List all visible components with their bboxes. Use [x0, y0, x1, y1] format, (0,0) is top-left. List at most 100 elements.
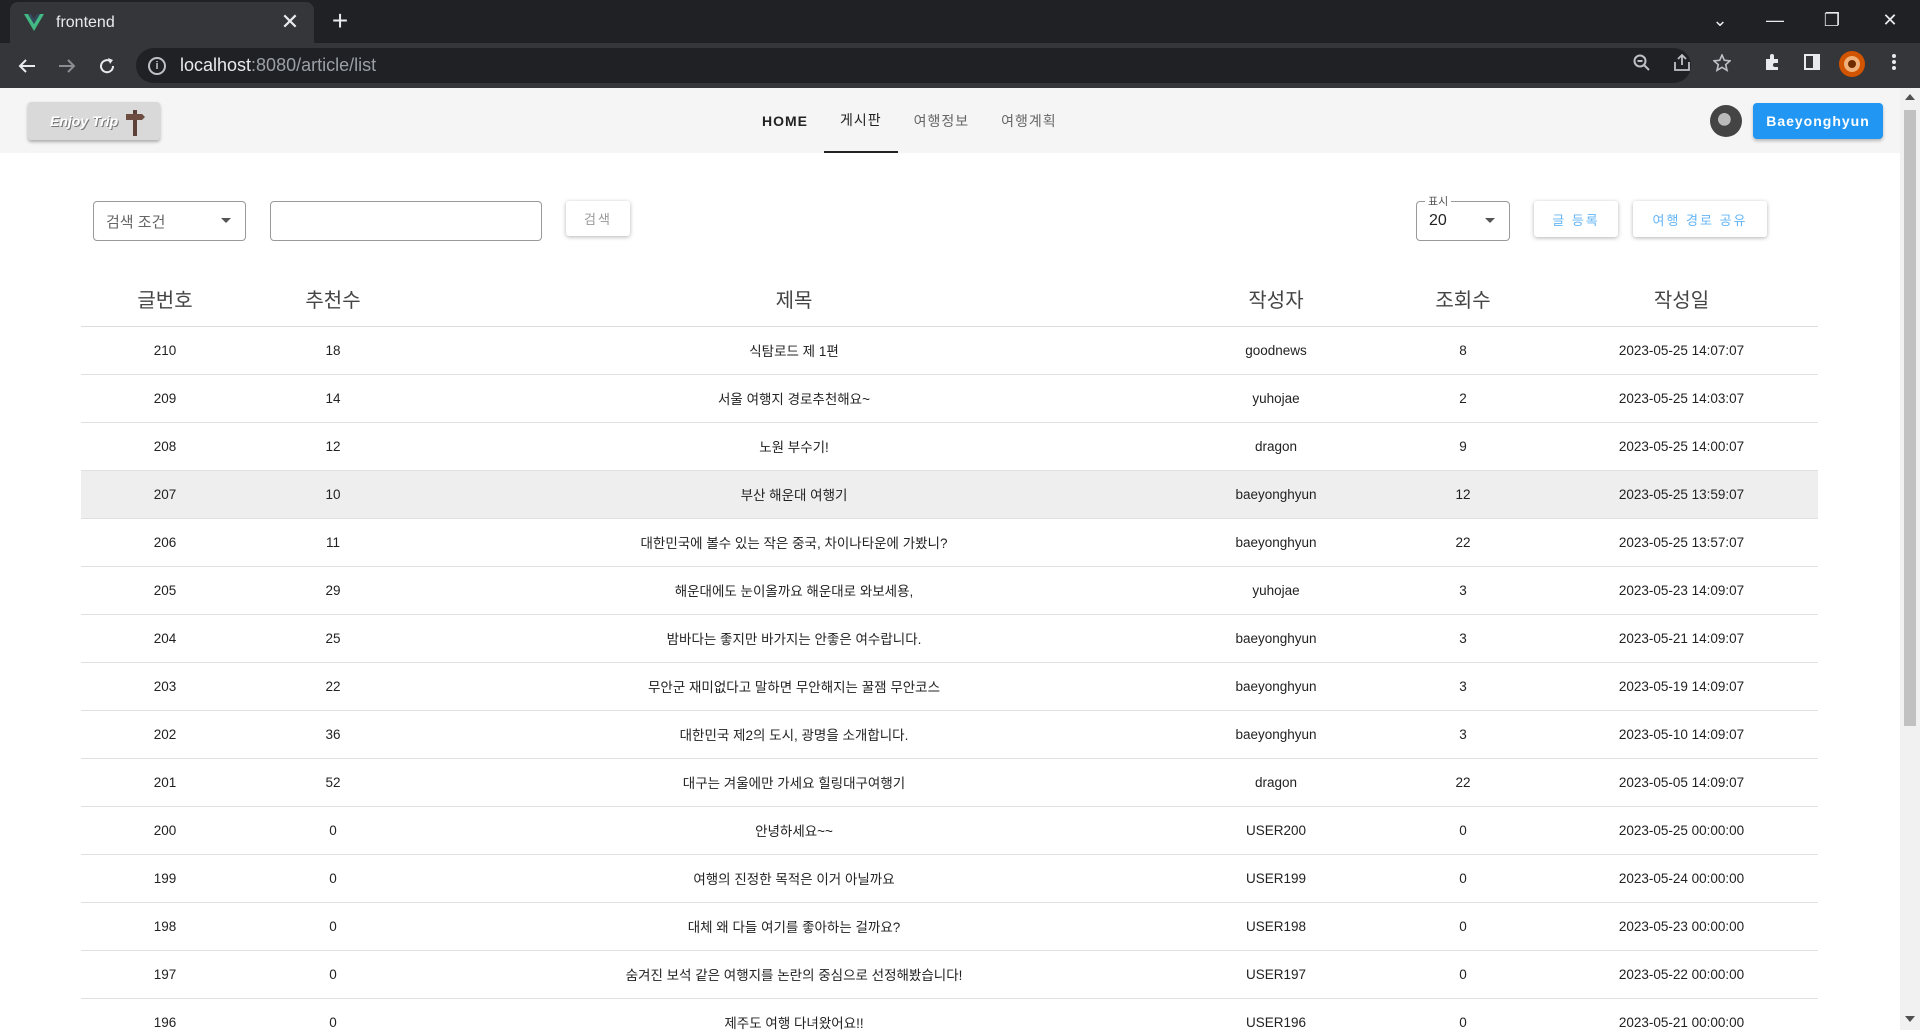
table-row[interactable]: 206 11 대한민국에 볼수 있는 작은 중국, 차이나타운에 가봤니? baeyo… — [81, 518, 1818, 567]
display-count-select[interactable]: 표시 20 — [1416, 193, 1510, 241]
cell-title[interactable]: 대체 왜 다들 여기를 좋아하는 걸까요? — [417, 902, 1171, 951]
cell-title[interactable]: 대한민국에 볼수 있는 작은 중국, 차이나타운에 가봤니? — [417, 518, 1171, 567]
cell-no: 198 — [81, 902, 249, 951]
cell-no: 202 — [81, 710, 249, 759]
nav-home[interactable]: HOME — [746, 88, 824, 153]
table-row[interactable]: 198 0 대체 왜 다들 여기를 좋아하는 걸까요? USER198 0 2023-05… — [81, 902, 1818, 951]
table-row[interactable]: 205 29 해운대에도 눈이올까요 해운대로 와보세용, yuhojae 3 2023-… — [81, 566, 1818, 615]
cell-title[interactable]: 서울 여행지 경로추천해요~ — [417, 374, 1171, 423]
bookmark-star-icon[interactable] — [1710, 52, 1734, 78]
cell-title[interactable]: 부산 해운대 여행기 — [417, 470, 1171, 519]
cell-likes: 29 — [249, 566, 417, 615]
new-tab-button[interactable]: + — [326, 7, 354, 36]
enjoy-trip-logo[interactable]: Enjoy Trip — [28, 102, 160, 140]
table-row[interactable]: 204 25 밤바다는 좋지만 바가지는 안좋은 여수랍니다. baeyonghyun… — [81, 614, 1818, 663]
menu-kebab-icon[interactable] — [1880, 51, 1908, 79]
cell-author: yuhojae — [1171, 566, 1381, 615]
cell-date: 2023-05-25 14:07:07 — [1545, 326, 1818, 375]
cell-author: baeyonghyun — [1171, 710, 1381, 759]
cell-title[interactable]: 식탐로드 제 1편 — [417, 326, 1171, 375]
cell-title[interactable]: 무안군 재미없다고 말하면 무안해지는 꿀잼 무안코스 — [417, 662, 1171, 711]
col-header-views[interactable]: 조회수 — [1381, 272, 1545, 327]
browser-tab[interactable]: frontend ✕ — [10, 2, 314, 43]
nav-board[interactable]: 게시판 — [824, 88, 898, 153]
extensions-icon[interactable] — [1758, 51, 1786, 79]
page-content: Enjoy Trip HOME 게시판 여행정보 여행계획 Baeyonghyu… — [0, 88, 1900, 1030]
cell-author: baeyonghyun — [1171, 614, 1381, 663]
nav-travel-plan[interactable]: 여행계획 — [985, 88, 1073, 153]
display-count-label: 표시 — [1425, 193, 1452, 209]
share-route-button[interactable]: 여행 경로 공유 — [1633, 201, 1767, 237]
cell-title[interactable]: 밤바다는 좋지만 바가지는 안좋은 여수랍니다. — [417, 614, 1171, 663]
window-close-button[interactable]: ✕ — [1870, 0, 1910, 40]
cell-title[interactable]: 노원 부수기! — [417, 422, 1171, 471]
app-header: Enjoy Trip HOME 게시판 여행정보 여행계획 Baeyonghyu… — [0, 88, 1900, 153]
tab-search-icon[interactable]: ⌄ — [1700, 0, 1740, 40]
minimize-button[interactable]: — — [1755, 0, 1795, 40]
cell-likes: 0 — [249, 854, 417, 903]
cell-title[interactable]: 대구는 겨울에만 가세요 힐링대구여행기 — [417, 758, 1171, 807]
forward-icon[interactable] — [52, 51, 82, 81]
table-row[interactable]: 196 0 제주도 여행 다녀왔어요!! USER196 0 2023-05-21 00:… — [81, 998, 1818, 1030]
chevron-down-icon — [221, 218, 231, 223]
search-input[interactable] — [270, 201, 542, 241]
cell-date: 2023-05-24 00:00:00 — [1545, 854, 1818, 903]
cell-author: dragon — [1171, 758, 1381, 807]
close-tab-icon[interactable]: ✕ — [278, 10, 302, 35]
table-row[interactable]: 210 18 식탐로드 제 1편 goodnews 8 2023-05-25 14:07:… — [81, 326, 1818, 375]
back-icon[interactable] — [12, 51, 42, 81]
profile-avatar-icon[interactable] — [1838, 51, 1866, 79]
table-row[interactable]: 202 36 대한민국 제2의 도시, 광명을 소개합니다. baeyonghyun 3… — [81, 710, 1818, 759]
table-row[interactable]: 201 52 대구는 겨울에만 가세요 힐링대구여행기 dragon 22 2023-05… — [81, 758, 1818, 807]
table-row[interactable]: 208 12 노원 부수기! dragon 9 2023-05-25 14:00:07 — [81, 422, 1818, 471]
cell-title[interactable]: 숨겨진 보석 같은 여행지를 논란의 중심으로 선정해봤습니다! — [417, 950, 1171, 999]
zoom-icon[interactable] — [1630, 54, 1654, 78]
cell-views: 22 — [1381, 518, 1545, 567]
share-icon[interactable] — [1670, 53, 1694, 78]
scrollbar-thumb[interactable] — [1904, 110, 1916, 726]
table-row[interactable]: 200 0 안녕하세요~~ USER200 0 2023-05-25 00:00:00 — [81, 806, 1818, 855]
nav-travel-info[interactable]: 여행정보 — [898, 88, 986, 153]
restore-button[interactable]: ❐ — [1812, 0, 1852, 40]
signpost-icon — [124, 106, 146, 136]
cell-likes: 10 — [249, 470, 417, 519]
reload-icon[interactable] — [92, 51, 122, 81]
col-header-no[interactable]: 글번호 — [81, 272, 249, 327]
cell-author: USER198 — [1171, 902, 1381, 951]
search-condition-select[interactable]: 검색 조건 — [93, 201, 246, 241]
cell-title[interactable]: 제주도 여행 다녀왔어요!! — [417, 998, 1171, 1030]
cell-views: 12 — [1381, 470, 1545, 519]
col-header-likes[interactable]: 추천수 — [249, 272, 417, 327]
table-row[interactable]: 197 0 숨겨진 보석 같은 여행지를 논란의 중심으로 선정해봤습니다! USER… — [81, 950, 1818, 999]
side-panel-icon[interactable] — [1798, 51, 1826, 79]
cell-views: 0 — [1381, 806, 1545, 855]
cell-title[interactable]: 해운대에도 눈이올까요 해운대로 와보세용, — [417, 566, 1171, 615]
table-row[interactable]: 209 14 서울 여행지 경로추천해요~ yuhojae 2 2023-05-25 14… — [81, 374, 1818, 423]
cell-date: 2023-05-23 00:00:00 — [1545, 902, 1818, 951]
user-avatar[interactable] — [1710, 105, 1742, 137]
site-info-icon[interactable]: i — [148, 56, 166, 75]
table-row[interactable]: 207 10 부산 해운대 여행기 baeyonghyun 12 2023-05-25 1… — [81, 470, 1818, 519]
cell-date: 2023-05-19 14:09:07 — [1545, 662, 1818, 711]
page-scrollbar[interactable] — [1900, 88, 1920, 1030]
col-header-title[interactable]: 제목 — [417, 272, 1171, 327]
table-row[interactable]: 203 22 무안군 재미없다고 말하면 무안해지는 꿀잼 무안코스 baeyongh… — [81, 662, 1818, 711]
col-header-author[interactable]: 작성자 — [1171, 272, 1381, 327]
cell-date: 2023-05-25 14:00:07 — [1545, 422, 1818, 471]
write-post-button[interactable]: 글 등록 — [1534, 201, 1618, 237]
table-row[interactable]: 199 0 여행의 진정한 목적은 이거 아닐까요 USER199 0 2023-05-2… — [81, 854, 1818, 903]
cell-likes: 14 — [249, 374, 417, 423]
cell-title[interactable]: 안녕하세요~~ — [417, 806, 1171, 855]
cell-likes: 36 — [249, 710, 417, 759]
browser-tabbar: frontend ✕ + ⌄ — ❐ ✕ — [0, 0, 1920, 43]
table-header-row: 글번호 추천수 제목 작성자 조회수 작성일 — [81, 272, 1818, 327]
scroll-up-icon[interactable] — [1905, 94, 1915, 100]
col-header-date[interactable]: 작성일 — [1545, 272, 1818, 327]
search-button[interactable]: 검색 — [566, 201, 630, 236]
user-profile-button[interactable]: Baeyonghyun — [1753, 103, 1883, 139]
cell-date: 2023-05-10 14:09:07 — [1545, 710, 1818, 759]
scroll-down-icon[interactable] — [1905, 1016, 1915, 1022]
cell-title[interactable]: 대한민국 제2의 도시, 광명을 소개합니다. — [417, 710, 1171, 759]
address-bar[interactable]: i localhost:8080/article/list — [136, 48, 1732, 83]
cell-title[interactable]: 여행의 진정한 목적은 이거 아닐까요 — [417, 854, 1171, 903]
